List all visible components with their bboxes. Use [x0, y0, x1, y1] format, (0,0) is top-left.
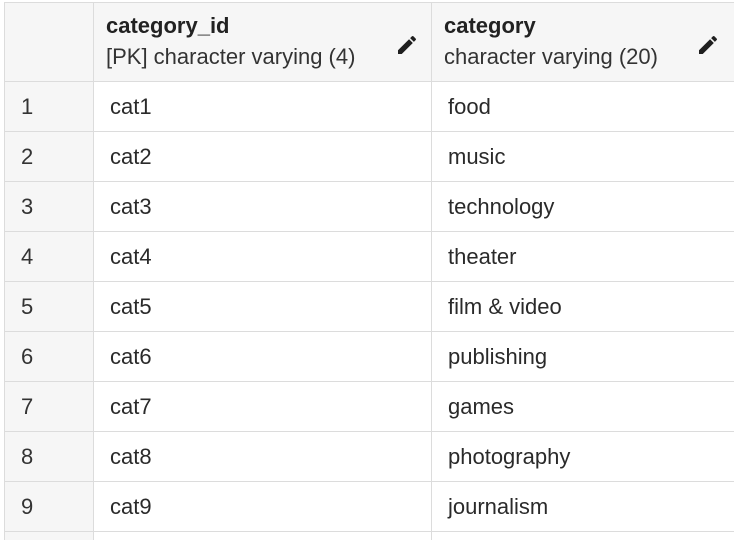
- cell-category-id[interactable]: cat6: [93, 331, 432, 382]
- cell-category-id[interactable]: cat4: [93, 231, 432, 282]
- header-row: category_id [PK] character varying (4) c…: [4, 2, 734, 82]
- cell-category[interactable]: film & video: [431, 281, 734, 332]
- pencil-icon[interactable]: [395, 33, 419, 57]
- cell-category-id[interactable]: cat7: [93, 381, 432, 432]
- pencil-icon[interactable]: [696, 33, 720, 57]
- table-row[interactable]: 8 cat8 photography: [4, 431, 734, 482]
- column-header-category[interactable]: category character varying (20): [431, 2, 734, 82]
- table-row-partial: [4, 531, 734, 540]
- cell-category[interactable]: theater: [431, 231, 734, 282]
- cell-category-id[interactable]: cat1: [93, 81, 432, 132]
- row-number[interactable]: 1: [4, 81, 94, 132]
- cell-category: [431, 531, 734, 540]
- row-number[interactable]: 9: [4, 481, 94, 532]
- row-number[interactable]: 5: [4, 281, 94, 332]
- column-name: category_id: [106, 12, 230, 38]
- cell-category-id[interactable]: cat8: [93, 431, 432, 482]
- table-row[interactable]: 3 cat3 technology: [4, 181, 734, 232]
- column-type: [PK] character varying (4): [106, 43, 356, 69]
- cell-category-id[interactable]: cat5: [93, 281, 432, 332]
- cell-category[interactable]: food: [431, 81, 734, 132]
- table-row[interactable]: 6 cat6 publishing: [4, 331, 734, 382]
- data-output-grid: category_id [PK] character varying (4) c…: [4, 2, 734, 540]
- cell-category[interactable]: journalism: [431, 481, 734, 532]
- table-row[interactable]: 2 cat2 music: [4, 131, 734, 182]
- cell-category[interactable]: photography: [431, 431, 734, 482]
- row-number[interactable]: 4: [4, 231, 94, 282]
- cell-category-id[interactable]: cat3: [93, 181, 432, 232]
- row-number[interactable]: 6: [4, 331, 94, 382]
- column-name: category: [444, 12, 536, 38]
- table-row[interactable]: 9 cat9 journalism: [4, 481, 734, 532]
- cell-category[interactable]: music: [431, 131, 734, 182]
- column-type: character varying (20): [444, 43, 658, 69]
- cell-category-id: [93, 531, 432, 540]
- cell-category[interactable]: technology: [431, 181, 734, 232]
- table-row[interactable]: 5 cat5 film & video: [4, 281, 734, 332]
- cell-category-id[interactable]: cat2: [93, 131, 432, 182]
- row-number[interactable]: 8: [4, 431, 94, 482]
- row-number-header[interactable]: [4, 2, 94, 82]
- cell-category[interactable]: games: [431, 381, 734, 432]
- row-number[interactable]: 3: [4, 181, 94, 232]
- table-row[interactable]: 4 cat4 theater: [4, 231, 734, 282]
- row-number[interactable]: 2: [4, 131, 94, 182]
- cell-category[interactable]: publishing: [431, 331, 734, 382]
- column-header-category-id[interactable]: category_id [PK] character varying (4): [93, 2, 432, 82]
- cell-category-id[interactable]: cat9: [93, 481, 432, 532]
- table-row[interactable]: 7 cat7 games: [4, 381, 734, 432]
- row-number: [4, 531, 94, 540]
- row-number[interactable]: 7: [4, 381, 94, 432]
- table-row[interactable]: 1 cat1 food: [4, 81, 734, 132]
